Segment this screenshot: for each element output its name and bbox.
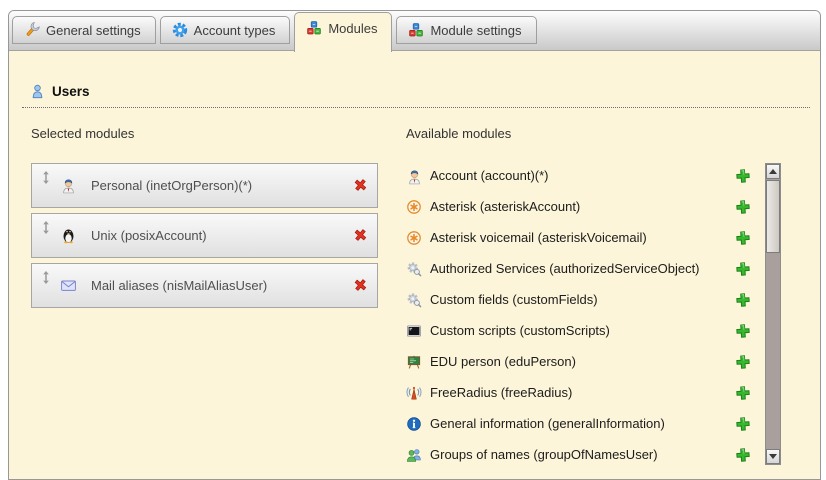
- available-module-item: Groups of names (groupOfNamesUser): [406, 439, 751, 470]
- tab-modules[interactable]: Modules: [294, 12, 392, 52]
- tab-module-settings[interactable]: Module settings: [396, 16, 536, 44]
- available-module-item: Asterisk voicemail (asteriskVoicemail): [406, 222, 751, 253]
- triangle-up-icon: [769, 169, 777, 174]
- selected-module-row[interactable]: Personal (inetOrgPerson)(*): [31, 163, 378, 208]
- green-plus-icon[interactable]: [735, 261, 751, 277]
- asterisk-icon: [406, 230, 422, 246]
- drag-handle-icon[interactable]: [42, 221, 50, 234]
- module-label: Unix (posixAccount): [91, 228, 207, 243]
- selected-modules-column: Selected modules Personal (inetOrgPerson…: [31, 126, 378, 313]
- scroll-thumb[interactable]: [766, 180, 780, 253]
- selected-modules-list: Personal (inetOrgPerson)(*) Unix (posixAc…: [31, 163, 378, 308]
- group-icon: [406, 447, 422, 463]
- person-icon: [406, 168, 422, 184]
- available-modules-heading: Available modules: [406, 126, 751, 141]
- selected-modules-heading: Selected modules: [31, 126, 378, 141]
- asterisk-icon: [406, 199, 422, 215]
- available-module-item: Custom fields (customFields): [406, 284, 751, 315]
- green-plus-icon[interactable]: [735, 385, 751, 401]
- tab-label: General settings: [46, 23, 141, 38]
- module-label: Personal (inetOrgPerson)(*): [91, 178, 252, 193]
- selected-module-row[interactable]: Unix (posixAccount): [31, 213, 378, 258]
- cog-icon: [172, 22, 188, 38]
- gear-search-icon: [406, 292, 422, 308]
- green-plus-icon[interactable]: [735, 416, 751, 432]
- green-plus-icon[interactable]: [735, 168, 751, 184]
- selected-module-row[interactable]: Mail aliases (nisMailAliasUser): [31, 263, 378, 308]
- user-icon: [30, 84, 45, 99]
- terminal-icon: [406, 323, 422, 339]
- person-icon: [60, 177, 77, 194]
- available-module-item: EDU person (eduPerson): [406, 346, 751, 377]
- red-x-icon[interactable]: [353, 278, 368, 293]
- module-label: General information (generalInformation): [430, 416, 727, 431]
- modules-icon: [408, 22, 424, 38]
- module-label: Asterisk (asteriskAccount): [430, 199, 727, 214]
- tab-general-settings[interactable]: General settings: [12, 16, 156, 44]
- module-label: FreeRadius (freeRadius): [430, 385, 727, 400]
- module-label: Groups of names (groupOfNamesUser): [430, 447, 727, 462]
- green-plus-icon[interactable]: [735, 199, 751, 215]
- antenna-icon: [406, 385, 422, 401]
- available-module-item: Asterisk (asteriskAccount): [406, 191, 751, 222]
- module-label: Asterisk voicemail (asteriskVoicemail): [430, 230, 727, 245]
- green-plus-icon[interactable]: [735, 354, 751, 370]
- available-module-item: General information (generalInformation): [406, 408, 751, 439]
- red-x-icon[interactable]: [353, 178, 368, 193]
- available-module-item: Account (account)(*): [406, 160, 751, 191]
- green-plus-icon[interactable]: [735, 230, 751, 246]
- available-module-item: Authorized Services (authorizedServiceOb…: [406, 253, 751, 284]
- module-label: Custom fields (customFields): [430, 292, 727, 307]
- drag-handle-icon[interactable]: [42, 271, 50, 284]
- modules-icon: [306, 20, 322, 36]
- drag-handle-icon[interactable]: [42, 171, 50, 184]
- envelope-icon: [60, 277, 77, 294]
- tab-bar: General settings Account types Modules Modu…: [12, 12, 541, 52]
- module-label: Custom scripts (customScripts): [430, 323, 727, 338]
- available-modules-list: Account (account)(*) Asterisk (asteriskAc…: [406, 160, 751, 470]
- green-plus-icon[interactable]: [735, 323, 751, 339]
- wrench-icon: [24, 22, 40, 38]
- available-module-item: FreeRadius (freeRadius): [406, 377, 751, 408]
- green-plus-icon[interactable]: [735, 292, 751, 308]
- available-module-item: Custom scripts (customScripts): [406, 315, 751, 346]
- module-label: Authorized Services (authorizedServiceOb…: [430, 261, 727, 276]
- info-icon: [406, 416, 422, 432]
- module-label: Mail aliases (nisMailAliasUser): [91, 278, 267, 293]
- tab-label: Module settings: [430, 23, 521, 38]
- users-section-header: Users: [22, 84, 810, 108]
- scroll-down-button[interactable]: [766, 449, 780, 464]
- section-title: Users: [52, 84, 90, 99]
- tab-label: Account types: [194, 23, 276, 38]
- tab-account-types[interactable]: Account types: [160, 16, 291, 44]
- red-x-icon[interactable]: [353, 228, 368, 243]
- tab-label: Modules: [328, 21, 377, 36]
- scroll-up-button[interactable]: [766, 164, 780, 179]
- green-plus-icon[interactable]: [735, 447, 751, 463]
- chalkboard-icon: [406, 354, 422, 370]
- module-label: EDU person (eduPerson): [430, 354, 727, 369]
- triangle-down-icon: [769, 454, 777, 459]
- available-modules-column: Available modules Account (account)(*) As…: [406, 126, 751, 470]
- penguin-icon: [60, 227, 77, 244]
- module-label: Account (account)(*): [430, 168, 727, 183]
- gear-search-icon: [406, 261, 422, 277]
- available-modules-scrollbar[interactable]: [765, 163, 781, 465]
